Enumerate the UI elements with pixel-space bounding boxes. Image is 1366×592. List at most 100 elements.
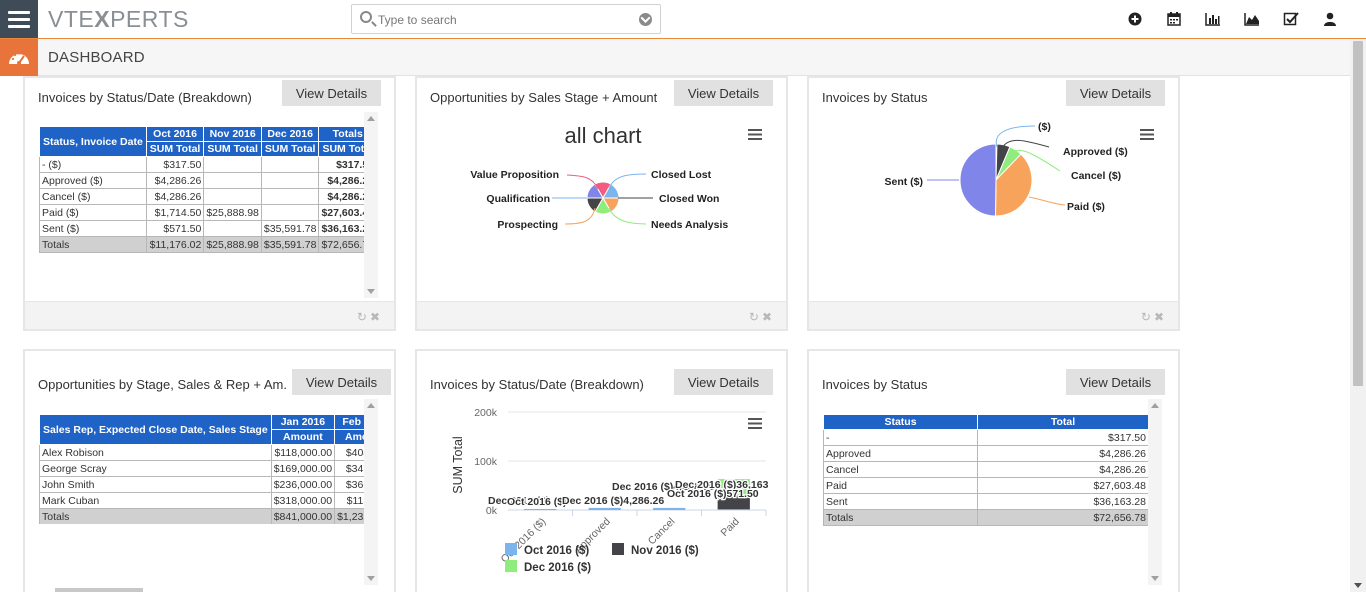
widget-title: Invoices by Status <box>822 377 928 392</box>
menu-icon[interactable] <box>0 0 38 38</box>
label-cancel: Cancel ($) <box>1071 170 1121 182</box>
label-value-proposition: Value Proposition <box>470 169 559 181</box>
legend-swatch <box>612 543 624 555</box>
x-tick-label: Paid <box>719 516 742 539</box>
widget-invoices-by-status-pie: Invoices by Status View Details ($) Appr… <box>807 76 1180 331</box>
bar-segment[interactable] <box>524 509 557 510</box>
widget-footer: ↻ ✖ <box>417 301 786 329</box>
app-logo[interactable]: VTEXPERTS <box>48 6 189 33</box>
chart-menu-icon[interactable] <box>748 129 762 140</box>
widget-scrollbar[interactable] <box>364 399 378 585</box>
widget-opportunities-sales-stage: Opportunities by Sales Stage + Amount Vi… <box>415 76 788 331</box>
label-paid: Paid ($) <box>1067 201 1105 213</box>
label-qualification: Qualification <box>486 193 550 205</box>
table-row: George Scray$169,000.00$347,000. <box>39 460 365 477</box>
close-icon[interactable]: ✖ <box>370 310 380 324</box>
invoice-breakdown-bar-chart: SUM Total 0k100k200k Dec 2016 ($) Oct 20… <box>451 407 770 574</box>
chart-menu-icon[interactable] <box>748 418 762 429</box>
chart-menu-icon[interactable] <box>1140 129 1154 140</box>
legend-item[interactable]: Nov 2016 ($) <box>631 545 699 557</box>
widget-scrollbar[interactable] <box>1148 399 1162 585</box>
y-tick-label: 200k <box>474 407 498 419</box>
label-prospecting: Prospecting <box>497 219 558 231</box>
table-row: Paid ($) $1,714.50 $25,888.98 $27,603.48 <box>39 204 378 221</box>
widget-title: Invoices by Status/Date (Breakdown) <box>38 90 252 105</box>
table-row: Alex Robison$118,000.00$404,000. <box>39 444 365 461</box>
table-row: Approved ($) $4,286.26 $4,286.26 <box>39 172 378 189</box>
global-search <box>351 4 661 34</box>
view-details-button[interactable]: View Details <box>674 80 773 106</box>
totals-row: Totals $72,656.78 <box>823 509 1149 526</box>
pie-slice-sent[interactable] <box>959 143 997 217</box>
bar-segment[interactable] <box>653 507 686 510</box>
table-row: Cancel $4,286.26 <box>823 461 1149 478</box>
table-row: - ($) $317.50 $317.50 <box>39 156 378 173</box>
view-details-button[interactable]: View Details <box>282 80 381 106</box>
opportunities-rep-table: Sales Rep, Expected Close Date, Sales St… <box>39 414 365 524</box>
x-tick-label: Cancel <box>646 516 678 548</box>
label-closed-won: Closed Won <box>659 193 719 205</box>
bar-segment[interactable] <box>588 507 621 510</box>
refresh-icon[interactable]: ↻ <box>1141 310 1151 324</box>
bar-data-label: Oct 2016 ($)571.50 <box>667 488 759 500</box>
bar-data-label: Dec 2016 ($)4,286.26 <box>562 495 664 507</box>
page-scrollbar[interactable] <box>1350 39 1366 592</box>
widget-footer: ↻ ✖ <box>809 301 1178 329</box>
close-icon[interactable]: ✖ <box>762 310 772 324</box>
widget-opportunities-by-rep-table: Opportunities by Stage, Sales & Rep + Am… <box>23 349 396 592</box>
top-navbar: VTEXPERTS <box>0 0 1366 39</box>
table-row: - $317.50 <box>823 429 1149 446</box>
label-needs-analysis: Needs Analysis <box>651 219 728 231</box>
refresh-icon[interactable]: ↻ <box>357 310 367 324</box>
table-row: Sent $36,163.28 <box>823 493 1149 510</box>
label-closed-lost: Closed Lost <box>651 169 712 181</box>
totals-row: Totals $11,176.02 $25,888.98 $35,591.78 $72,… <box>39 236 378 253</box>
sales-stage-pie-chart: all chart Value Proposition Qualificatio… <box>470 123 762 231</box>
widget-title: Invoices by Status/Date (Breakdown) <box>430 377 644 392</box>
view-details-button[interactable]: View Details <box>1066 80 1165 106</box>
legend-item[interactable]: Dec 2016 ($) <box>524 562 591 574</box>
widget-title: Invoices by Status <box>822 90 928 105</box>
search-options-icon[interactable] <box>639 13 652 26</box>
close-icon[interactable]: ✖ <box>1154 310 1164 324</box>
widget-title: Opportunities by Stage, Sales & Rep + Am… <box>38 377 288 392</box>
invoice-status-table: Status Total - $317.50 Approved $4,286.26 … <box>823 414 1149 526</box>
widget-invoices-breakdown-table: Invoices by Status/Date (Breakdown) View… <box>23 76 396 331</box>
plus-icon[interactable] <box>1127 11 1143 27</box>
table-row: John Smith$236,000.00$366,000. <box>39 476 365 493</box>
legend-swatch <box>505 543 517 555</box>
horizontal-scrollbar[interactable] <box>55 588 143 592</box>
view-details-button[interactable]: View Details <box>674 369 773 395</box>
page-title: DASHBOARD <box>48 49 145 66</box>
dashboard-header: DASHBOARD <box>0 39 1350 76</box>
view-details-button[interactable]: View Details <box>292 369 391 395</box>
refresh-icon[interactable]: ↻ <box>749 310 759 324</box>
view-details-button[interactable]: View Details <box>1066 369 1165 395</box>
table-row: Cancel ($) $4,286.26 $4,286.26 <box>39 188 378 205</box>
speedometer-icon[interactable] <box>0 39 38 76</box>
invoice-status-pie-chart: ($) Approved ($) Cancel ($) Paid ($) Sen… <box>884 121 1154 217</box>
calendar-icon[interactable] <box>1166 11 1182 27</box>
area-chart-icon[interactable] <box>1244 11 1260 27</box>
widget-title: Opportunities by Sales Stage + Amount <box>430 90 658 105</box>
table-row: Approved $4,286.26 <box>823 445 1149 462</box>
table-row: Mark Cuban$318,000.00$115,000. <box>39 492 365 509</box>
totals-row: Totals$841,000.00$1,232,000. <box>39 508 365 524</box>
invoice-breakdown-table: Status, Invoice Date Oct 2016 Nov 2016 D… <box>39 126 378 253</box>
search-input[interactable] <box>378 11 628 29</box>
label-sent: Sent ($) <box>884 176 923 188</box>
widget-scrollbar[interactable] <box>364 112 378 298</box>
widget-invoices-breakdown-bar: Invoices by Status/Date (Breakdown) View… <box>415 349 788 592</box>
label-approved: Approved ($) <box>1063 146 1128 158</box>
y-axis-label: SUM Total <box>451 436 465 493</box>
search-icon <box>360 11 372 23</box>
checkbox-icon[interactable] <box>1283 11 1299 27</box>
bar-chart-icon[interactable] <box>1205 11 1221 27</box>
bar-data-label: Oct 2016 ($) <box>507 496 567 508</box>
chart-title: all chart <box>564 123 641 148</box>
x-tick-label: Oct 2016 ($) <box>499 516 549 566</box>
table-row: Paid $27,603.48 <box>823 477 1149 494</box>
user-icon[interactable] <box>1322 11 1338 27</box>
legend-item[interactable]: Oct 2016 ($) <box>524 545 589 557</box>
label-blank-status: ($) <box>1038 121 1051 133</box>
